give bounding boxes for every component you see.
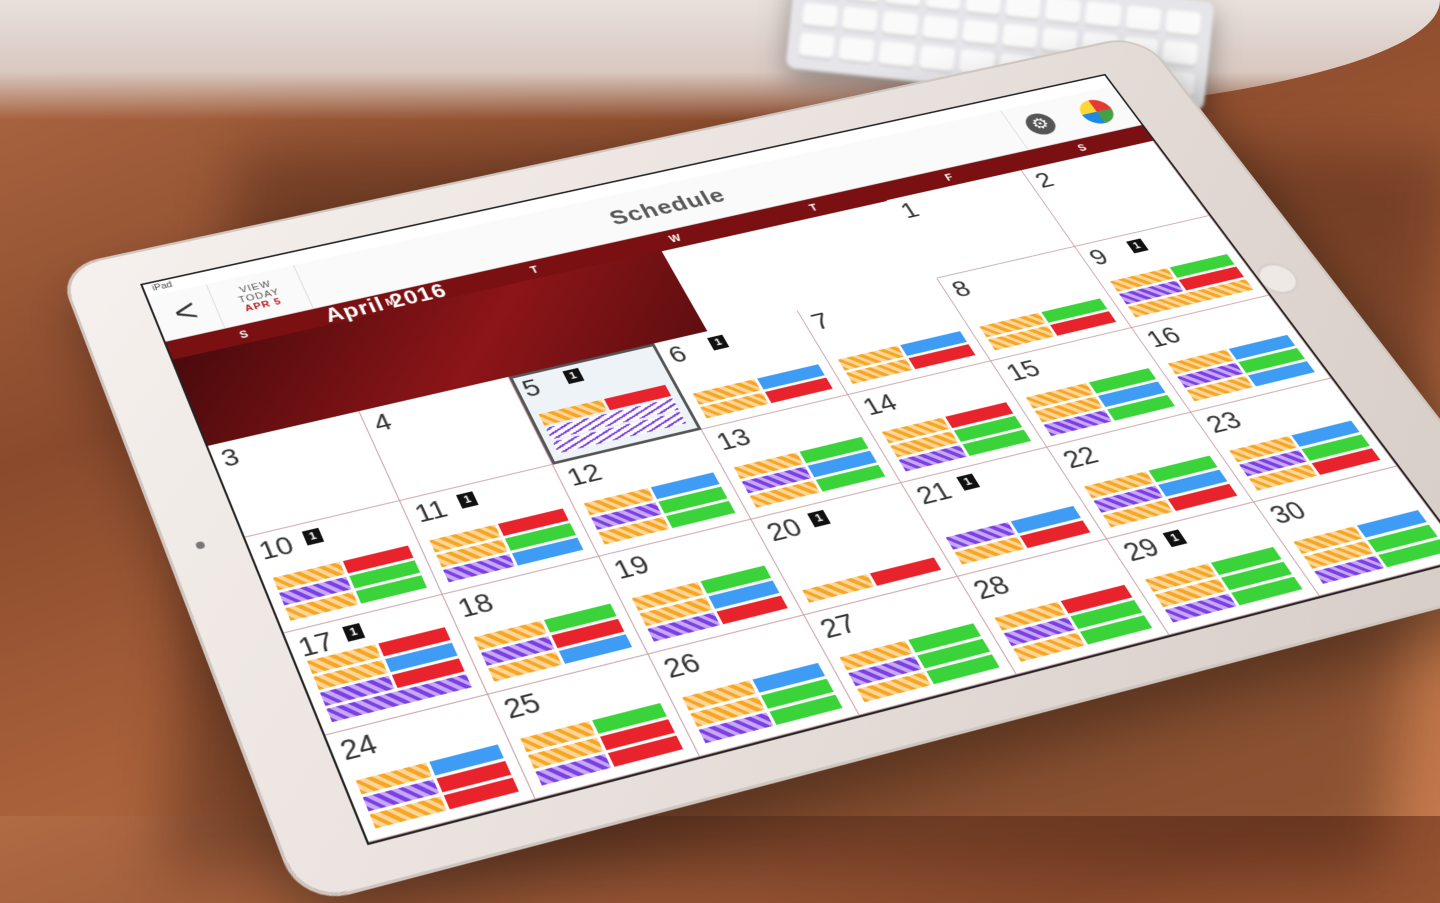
shift-blocks (1145, 547, 1302, 622)
camera-icon (195, 541, 206, 550)
shift-block-red (870, 557, 941, 585)
keyboard-key (885, 0, 922, 8)
keyboard-key (919, 45, 956, 73)
keyboard-key (799, 33, 836, 61)
palette-icon (1074, 97, 1120, 126)
shift-blocks (840, 623, 999, 702)
shift-blocks (1293, 510, 1440, 584)
shift-block-orange (802, 574, 873, 603)
keyboard-key (965, 0, 1002, 16)
keyboard-key (1045, 0, 1082, 25)
keyboard-key (1125, 5, 1162, 33)
gear-icon: ⚙ (1020, 111, 1060, 137)
keyboard-key (922, 15, 959, 43)
shift-blocks (994, 585, 1152, 662)
keyboard-key (1165, 9, 1202, 37)
keyboard-key (882, 10, 919, 38)
keyboard-key (1085, 1, 1122, 29)
keyboard-key (839, 37, 876, 65)
keyboard-key (1002, 23, 1039, 51)
keyboard-key (802, 2, 839, 30)
keyboard-key (962, 19, 999, 47)
keyboard-key (1005, 0, 1042, 21)
chevron-left-icon: < (168, 294, 203, 331)
keyboard-key (842, 6, 879, 34)
keyboard-key (925, 0, 962, 12)
background-wall (0, 0, 1440, 120)
keyboard-key (879, 41, 916, 69)
keyboard-key (1162, 40, 1199, 68)
keyboard-key (845, 0, 882, 4)
